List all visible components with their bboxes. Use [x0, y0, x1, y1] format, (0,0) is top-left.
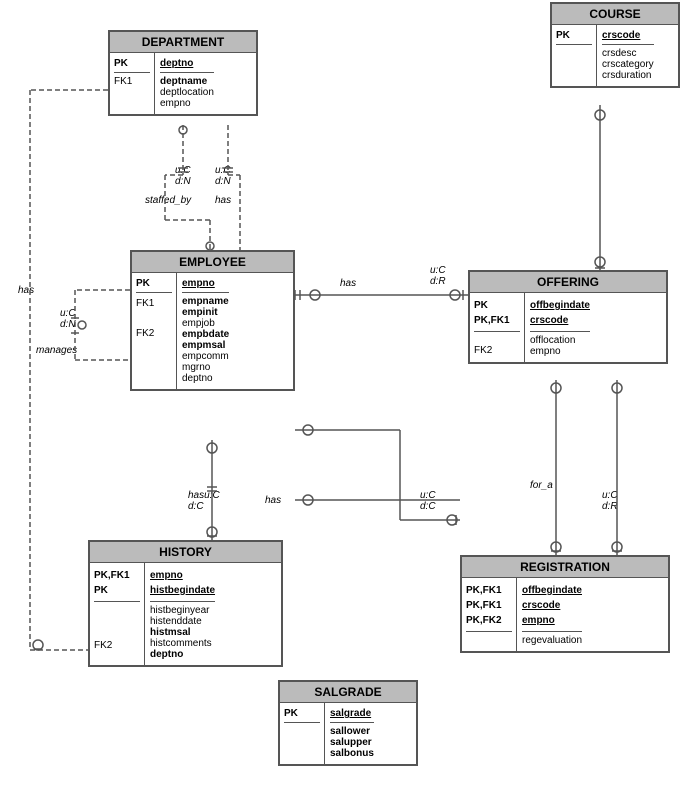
offering-offbegindate: offbegindate [530, 298, 590, 313]
offering-pk-label: PK [474, 298, 520, 313]
dept-fk1-label: FK1 [114, 76, 150, 87]
history-histmsal: histmsal [150, 627, 215, 638]
emp-fk2-label: FK2 [136, 326, 172, 342]
dept-deptname: deptname [160, 76, 214, 87]
reg-empno: empno [522, 613, 582, 628]
department-header: DEPARTMENT [110, 32, 256, 53]
emp-empjob: empjob [182, 318, 229, 329]
entity-offering: OFFERING PK PK,FK1 FK2 offbegindate crsc… [468, 270, 668, 364]
offering-offlocation: offlocation [530, 335, 590, 346]
reg-pkfk1-1-label: PK,FK1 [466, 583, 512, 598]
label-has-dept-emp: has [215, 195, 231, 206]
emp-empinit: empinit [182, 307, 229, 318]
reg-offbegindate: offbegindate [522, 583, 582, 598]
registration-header: REGISTRATION [462, 557, 668, 578]
label-uc-dr-reg: u:C d:R [602, 490, 618, 512]
offering-fk2-label: FK2 [474, 345, 520, 356]
history-header: HISTORY [90, 542, 281, 563]
label-manages: manages [36, 345, 77, 356]
emp-deptno: deptno [182, 373, 229, 384]
dept-deptno: deptno [160, 58, 214, 69]
emp-empbdate: empbdate [182, 329, 229, 340]
offering-header: OFFERING [470, 272, 666, 293]
salgrade-pk-label: PK [284, 708, 298, 719]
reg-pkfk2-label: PK,FK2 [466, 613, 512, 628]
course-pk-label: PK [556, 30, 570, 41]
emp-mgrno: mgrno [182, 362, 229, 373]
dept-empno: empno [160, 98, 214, 109]
history-histcomments: histcomments [150, 638, 215, 649]
diagram-container: COURSE PK crscode crsdesc crscategory cr… [0, 0, 690, 803]
entity-history: HISTORY PK,FK1 PK FK2 empno histbegindat… [88, 540, 283, 667]
label-hasu-dc: hasu:C d:C [188, 490, 220, 512]
course-crsdesc: crsdesc [602, 48, 654, 59]
offering-empno: empno [530, 346, 590, 357]
label-has-emp-history: has [265, 495, 281, 506]
history-pkfk1-label: PK,FK1 [94, 568, 140, 583]
emp-empcomm: empcomm [182, 351, 229, 362]
course-header: COURSE [552, 4, 678, 25]
course-crsduration: crsduration [602, 70, 654, 81]
history-histbegindate: histbegindate [150, 583, 215, 598]
salgrade-header: SALGRADE [280, 682, 416, 703]
label-staffed-by: staffed_by [145, 195, 191, 206]
salgrade-salbonus: salbonus [330, 748, 374, 759]
offering-pkfk1-label: PK,FK1 [474, 313, 520, 328]
history-histenddate: histenddate [150, 616, 215, 627]
dept-pk-label: PK [114, 58, 128, 69]
emp-empname: empname [182, 296, 229, 307]
emp-pk-label: PK [136, 278, 150, 289]
label-has-left: has [18, 285, 34, 296]
label-uc-dr-offering: u:C d:R [430, 265, 446, 287]
label-for-a: for_a [530, 480, 553, 491]
course-crscode: crscode [602, 30, 654, 41]
entity-department: DEPARTMENT PK FK1 deptno deptname deptlo… [108, 30, 258, 116]
salgrade-sallower: sallower [330, 726, 374, 737]
entity-course: COURSE PK crscode crsdesc crscategory cr… [550, 2, 680, 88]
label-uc-dn-manages: u:C d:N [60, 308, 76, 330]
salgrade-salupper: salupper [330, 737, 374, 748]
label-uc-dc-hist: u:C d:C [420, 490, 436, 512]
history-deptno: deptno [150, 649, 215, 660]
employee-header: EMPLOYEE [132, 252, 293, 273]
entity-salgrade: SALGRADE PK salgrade sallower salupper s… [278, 680, 418, 766]
history-histbeginyear: histbeginyear [150, 605, 215, 616]
entity-employee: EMPLOYEE PK FK1 FK2 empno empname [130, 250, 295, 391]
label-uc-dn-emp: u:C d:N [215, 165, 231, 187]
entity-registration: REGISTRATION PK,FK1 PK,FK1 PK,FK2 offbeg… [460, 555, 670, 653]
history-empno: empno [150, 568, 215, 583]
emp-empmsal: empmsal [182, 340, 229, 351]
course-crscategory: crscategory [602, 59, 654, 70]
reg-pkfk1-2-label: PK,FK1 [466, 598, 512, 613]
label-uc-dn-dept: u:C d:N [175, 165, 191, 187]
emp-empno: empno [182, 278, 229, 289]
reg-crscode: crscode [522, 598, 582, 613]
emp-fk1-label: FK1 [136, 296, 172, 312]
reg-regevaluation: regevaluation [522, 635, 582, 646]
offering-crscode: crscode [530, 313, 590, 328]
history-fk2-label: FK2 [94, 640, 140, 651]
salgrade-salgrade: salgrade [330, 708, 374, 719]
dept-deptlocation: deptlocation [160, 87, 214, 98]
history-pk-label: PK [94, 583, 140, 598]
label-has-emp-offering: has [340, 278, 356, 289]
